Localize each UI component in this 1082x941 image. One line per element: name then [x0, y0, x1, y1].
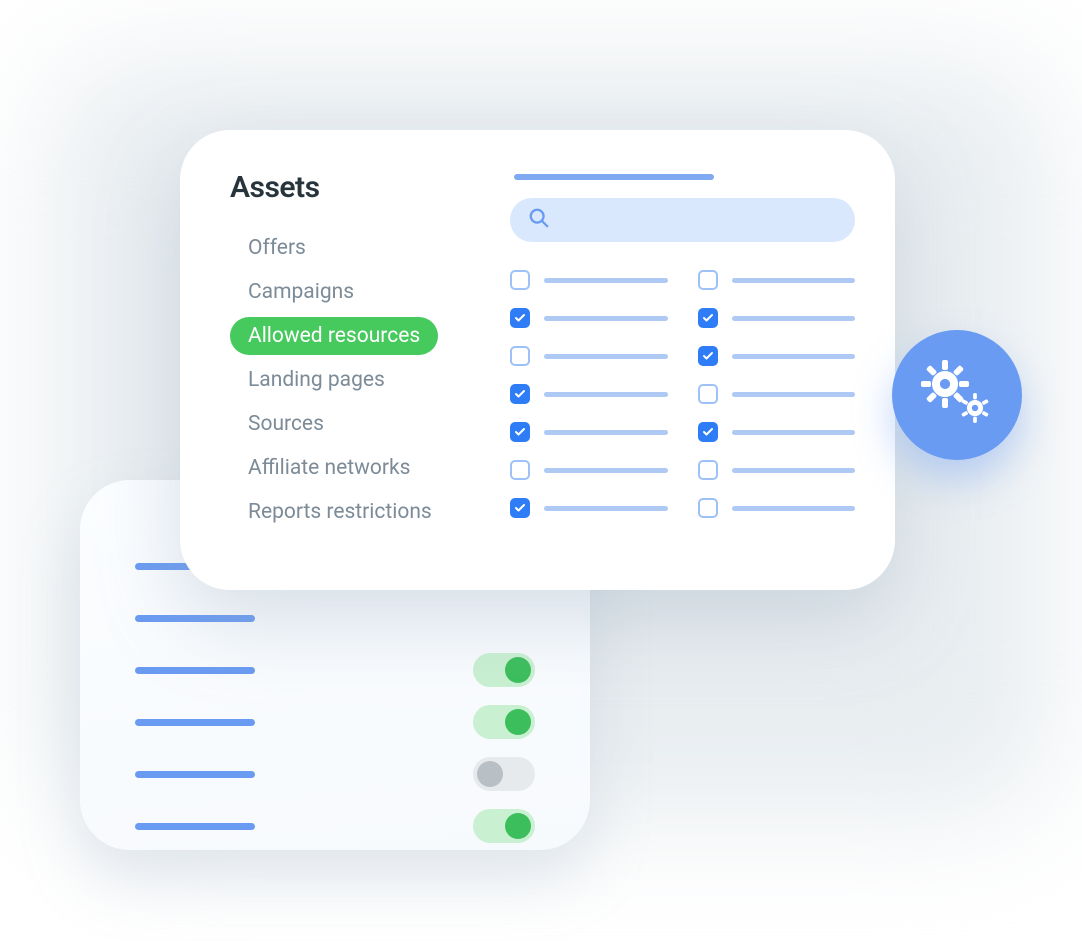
check-icon [514, 309, 526, 328]
placeholder-line [732, 278, 856, 283]
sidebar-title: Assets [230, 170, 480, 205]
placeholder-line [732, 430, 856, 435]
resource-row [510, 460, 668, 480]
search-icon [528, 207, 550, 233]
placeholder-line [544, 392, 668, 397]
resource-checkbox[interactable] [510, 460, 530, 480]
sidebar-item-allowed-resources[interactable]: Allowed resources [230, 317, 438, 355]
placeholder-line [732, 506, 856, 511]
toggle-switch[interactable] [473, 809, 535, 843]
resource-checkbox-grid [510, 270, 855, 518]
resource-checkbox[interactable] [698, 270, 718, 290]
resource-checkbox[interactable] [698, 308, 718, 328]
settings-gear-badge[interactable] [892, 330, 1022, 460]
resource-checkbox[interactable] [510, 308, 530, 328]
search-input[interactable] [510, 198, 855, 242]
resource-row [698, 384, 856, 404]
resource-row [510, 384, 668, 404]
resource-checkbox[interactable] [510, 270, 530, 290]
check-icon [702, 423, 714, 442]
resource-checkbox[interactable] [698, 498, 718, 518]
sidebar-item-reports-restrictions[interactable]: Reports restrictions [230, 493, 450, 531]
resource-row [510, 346, 668, 366]
toggle-row [135, 696, 535, 748]
resource-row [510, 308, 668, 328]
main-content [510, 170, 855, 560]
placeholder-line [135, 823, 255, 830]
placeholder-line [732, 316, 856, 321]
placeholder-line [135, 615, 255, 622]
toggle-switch[interactable] [473, 757, 535, 791]
resource-checkbox[interactable] [698, 422, 718, 442]
toggle-row [135, 644, 535, 696]
toggle-row [135, 592, 535, 644]
resource-checkbox[interactable] [698, 460, 718, 480]
section-header-placeholder [514, 174, 714, 180]
resource-row [510, 498, 668, 518]
toggle-switch[interactable] [473, 653, 535, 687]
check-icon [514, 499, 526, 518]
check-icon [702, 309, 714, 328]
resource-checkbox[interactable] [510, 498, 530, 518]
resource-checkbox[interactable] [698, 384, 718, 404]
placeholder-line [544, 468, 668, 473]
placeholder-line [544, 278, 668, 283]
resource-row [698, 346, 856, 366]
resource-row [698, 498, 856, 518]
sidebar-item-campaigns[interactable]: Campaigns [230, 273, 372, 311]
check-icon [514, 385, 526, 404]
toggle-switch[interactable] [473, 705, 535, 739]
toggle-row [135, 748, 535, 800]
resource-checkbox[interactable] [698, 346, 718, 366]
placeholder-line [135, 667, 255, 674]
placeholder-line [544, 316, 668, 321]
resource-checkbox[interactable] [510, 422, 530, 442]
check-icon [702, 347, 714, 366]
sidebar-item-affiliate-networks[interactable]: Affiliate networks [230, 449, 428, 487]
resource-row [698, 308, 856, 328]
placeholder-line [544, 430, 668, 435]
placeholder-line [732, 392, 856, 397]
resource-row [510, 422, 668, 442]
gears-icon [917, 358, 997, 432]
resource-checkbox[interactable] [510, 346, 530, 366]
resource-row [698, 270, 856, 290]
resource-row [698, 460, 856, 480]
sidebar-item-sources[interactable]: Sources [230, 405, 342, 443]
sidebar-item-landing-pages[interactable]: Landing pages [230, 361, 403, 399]
assets-panel: Assets Offers Campaigns Allowed resource… [180, 130, 895, 590]
toggle-row [135, 800, 535, 852]
placeholder-line [135, 771, 255, 778]
placeholder-line [544, 354, 668, 359]
placeholder-line [544, 506, 668, 511]
resource-checkbox[interactable] [510, 384, 530, 404]
sidebar-item-offers[interactable]: Offers [230, 229, 324, 267]
placeholder-line [135, 719, 255, 726]
placeholder-line [732, 468, 856, 473]
placeholder-line [732, 354, 856, 359]
check-icon [514, 423, 526, 442]
resource-row [698, 422, 856, 442]
resource-row [510, 270, 668, 290]
sidebar: Assets Offers Campaigns Allowed resource… [230, 170, 480, 560]
sidebar-list: Offers Campaigns Allowed resources Landi… [230, 229, 480, 535]
